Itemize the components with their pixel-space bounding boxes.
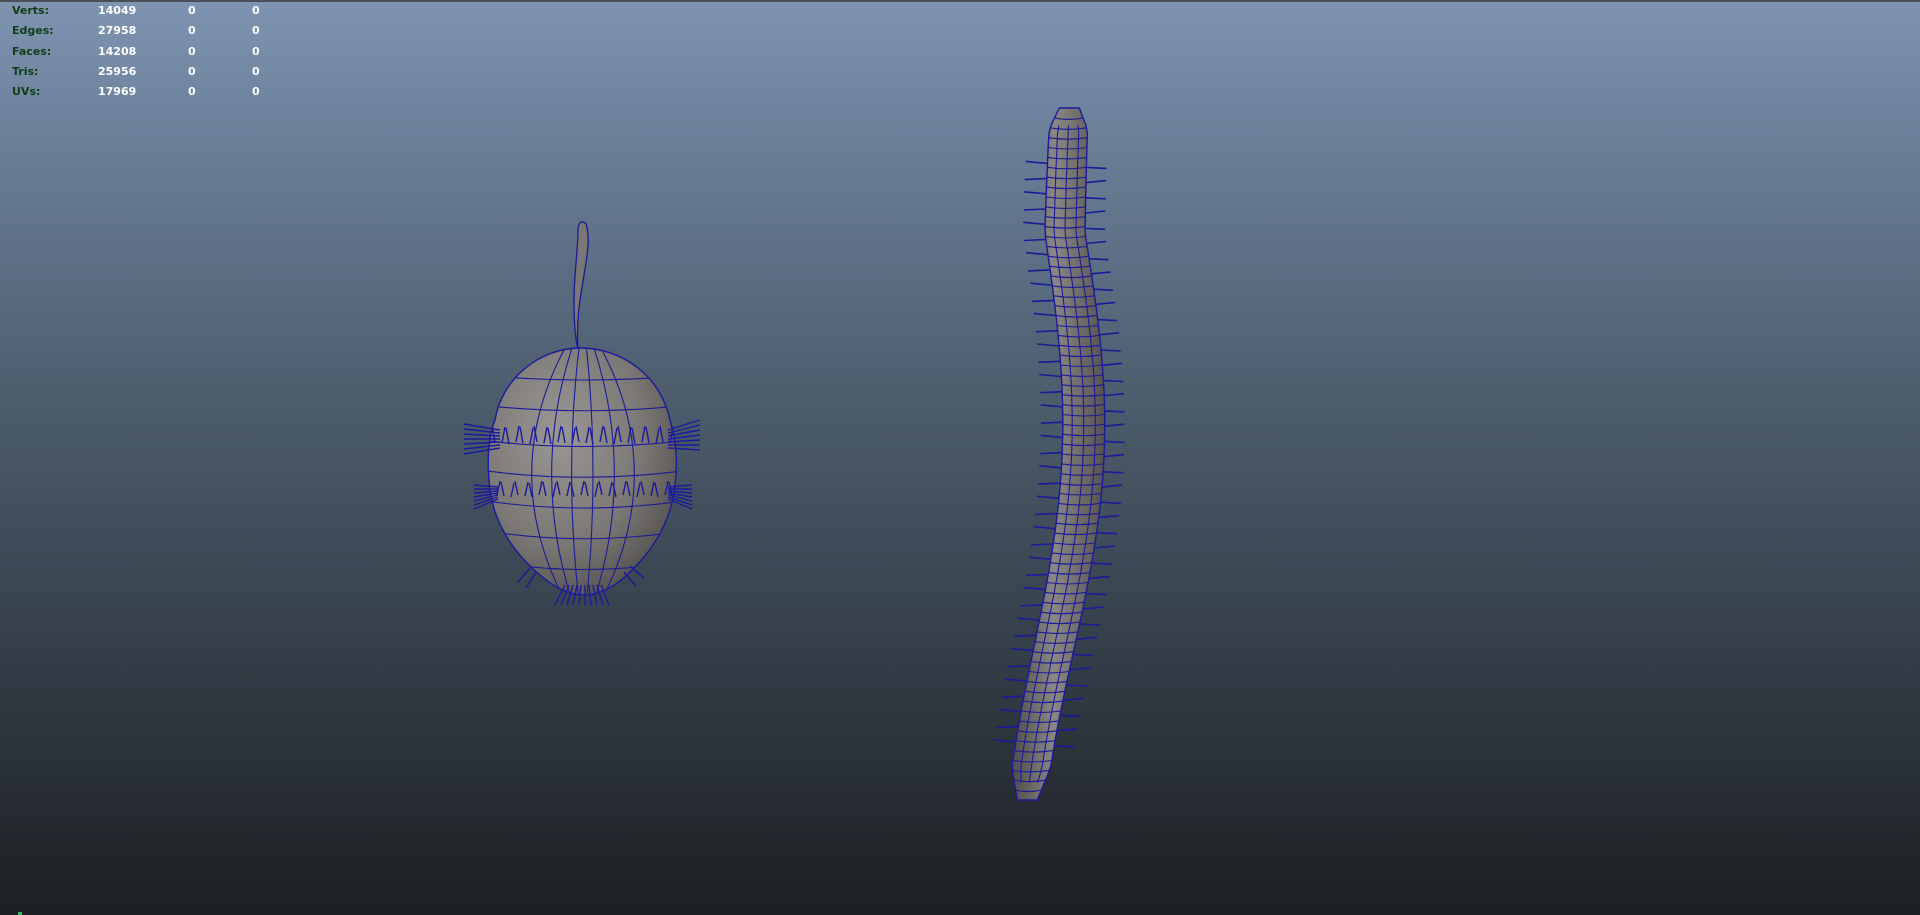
worm-leg [1028, 269, 1051, 272]
worm-leg [1023, 586, 1046, 591]
worm-leg [1039, 373, 1062, 378]
worm-leg [1086, 240, 1107, 245]
worm-leg [1097, 318, 1118, 322]
worm-leg [1023, 238, 1046, 242]
worm-leg [1063, 697, 1084, 701]
worm-leg [1036, 495, 1060, 500]
pod-body [487, 347, 678, 596]
pod-mesh[interactable] [463, 221, 701, 606]
worm-leg [1001, 695, 1025, 698]
scene-meshes [463, 107, 1125, 801]
worm-leg [1086, 166, 1107, 170]
worm-leg [1004, 678, 1028, 682]
worm-leg [1085, 210, 1106, 214]
worm-leg [1024, 191, 1047, 195]
worm-leg [1103, 392, 1125, 397]
worm-leg [996, 725, 1019, 729]
worm-leg [1100, 349, 1121, 352]
worm-leg [999, 708, 1022, 713]
worm-leg [1014, 634, 1037, 638]
worm-leg [993, 739, 1016, 743]
worm-leg [1035, 512, 1058, 516]
worm-leg [1086, 592, 1107, 596]
worm-leg [1085, 197, 1106, 200]
3d-viewport[interactable]: Verts: 14049 0 0 Edges: 27958 0 0 Faces:… [0, 0, 1920, 915]
worm-leg [1040, 421, 1063, 424]
worm-leg [1100, 501, 1121, 505]
worm-leg [1073, 653, 1094, 657]
worm-leg [1104, 453, 1125, 458]
worm-leg [1099, 332, 1120, 336]
worm-leg [1038, 360, 1061, 364]
worm-leg [1102, 484, 1123, 488]
worm-leg [1023, 208, 1046, 211]
worm-leg [1080, 623, 1101, 626]
worm-leg [1023, 221, 1046, 226]
worm-leg [1025, 251, 1049, 256]
worm-leg [1054, 745, 1075, 748]
worm-leg [1097, 531, 1118, 535]
worm-leg [1039, 465, 1062, 469]
worm-leg [1040, 451, 1063, 455]
worm-leg [1011, 647, 1034, 652]
worm-leg [1035, 330, 1058, 333]
worm-leg [1030, 282, 1053, 286]
worm-leg [1089, 575, 1110, 580]
worm-leg [1077, 636, 1098, 641]
pod-stalk [573, 221, 589, 350]
worm-leg [1024, 177, 1047, 181]
worm-leg [1086, 179, 1107, 184]
worm-leg [1033, 312, 1057, 317]
worm-leg [1038, 482, 1061, 485]
worm-leg [1093, 288, 1114, 291]
worm-leg [1094, 545, 1115, 549]
worm-leg [1032, 299, 1055, 303]
worm-leg [1085, 227, 1106, 231]
worm-leg [1088, 257, 1109, 261]
worm-leg [1099, 514, 1120, 519]
worm-leg [1102, 362, 1123, 367]
worm-leg [1026, 573, 1049, 577]
worm-leg [1057, 727, 1078, 732]
worm-leg [1017, 617, 1040, 621]
worm-leg [1008, 665, 1031, 668]
worm-leg [1060, 714, 1081, 718]
worm-leg [1040, 404, 1063, 408]
worm-leg [1070, 667, 1091, 671]
worm-leg [1083, 606, 1104, 610]
worm-leg [1040, 390, 1063, 394]
worm-leg [1092, 562, 1113, 565]
worm-leg [1040, 434, 1063, 439]
worm-mesh[interactable] [993, 107, 1125, 801]
worm-leg [1020, 604, 1043, 607]
worm-leg [1095, 301, 1116, 306]
worm-leg [1104, 440, 1125, 444]
worm-leg [1104, 410, 1125, 413]
worm-leg [1067, 684, 1088, 687]
worm-leg [1103, 471, 1124, 474]
worm-leg [1028, 556, 1051, 560]
worm-leg [1090, 271, 1111, 275]
worm-leg [1033, 525, 1056, 530]
worm-leg [1104, 423, 1125, 427]
worm-leg [1031, 543, 1054, 546]
worm-leg [1025, 160, 1048, 165]
worm-leg [1103, 379, 1124, 383]
worm-leg [1037, 343, 1060, 347]
